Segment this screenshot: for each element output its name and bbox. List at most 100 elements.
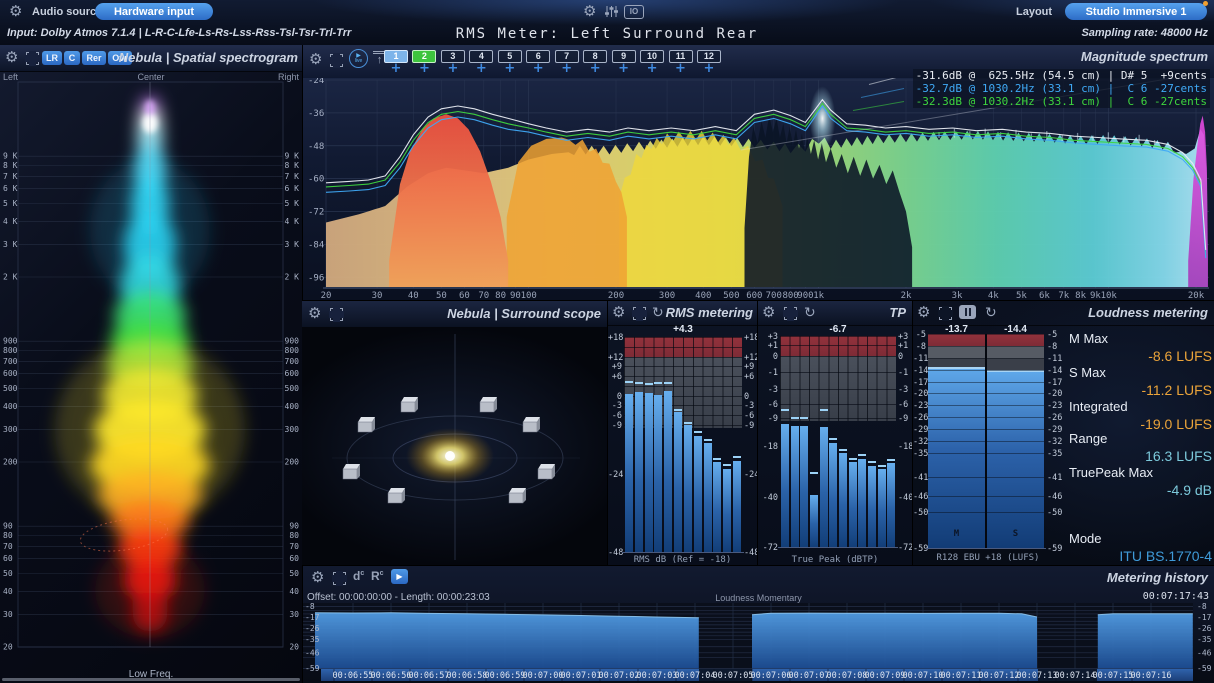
- spectrum-channel-add-button-11[interactable]: +: [669, 61, 693, 76]
- history-time-label: 00:07:15: [1093, 671, 1134, 681]
- panel-loudness-metering: ⚙ ↻ Loudness metering -13.7 -14.4 MS-5-5…: [912, 300, 1214, 565]
- svg-text:2 K: 2 K: [3, 273, 18, 282]
- tp-peak-1: [781, 409, 789, 411]
- history-time-label: 00:07:02: [599, 671, 640, 681]
- tp-reset-icon[interactable]: ↻: [804, 306, 816, 320]
- svg-text:5 K: 5 K: [285, 199, 300, 208]
- rms-axis-label: RMS dB (Ref = -18): [608, 555, 757, 565]
- spectrum-gear-icon[interactable]: ⚙: [309, 52, 322, 67]
- tp-bar-11: [878, 469, 886, 547]
- tp-peak-5: [820, 409, 828, 411]
- history-time-format-icon[interactable]: dc: [353, 569, 364, 583]
- loud-bar-m: [928, 368, 985, 548]
- spectrum-expand-icon[interactable]: [330, 54, 343, 67]
- svg-text:900: 900: [797, 291, 813, 300]
- tp-bar-6: [829, 443, 837, 547]
- tp-peak-11: [878, 465, 886, 467]
- loud-scale-left: -17: [913, 378, 926, 388]
- spectrum-channel-add-button-9[interactable]: +: [612, 61, 636, 76]
- spectrum-channel-add-button-2[interactable]: +: [412, 61, 436, 76]
- scope-gear-icon[interactable]: ⚙: [308, 306, 321, 321]
- tp-expand-icon[interactable]: [784, 307, 797, 320]
- io-routing-icon[interactable]: IO: [624, 5, 644, 19]
- loudness-axis-label: R128 EBU +18 (LUFS): [913, 553, 1063, 563]
- rms-peak-1: [625, 381, 633, 383]
- svg-text:4 K: 4 K: [3, 217, 18, 226]
- tp-peak-6: [829, 438, 837, 440]
- svg-text:500: 500: [723, 291, 739, 300]
- svg-text:5 K: 5 K: [3, 199, 18, 208]
- spectrum-channel-add-button-5[interactable]: +: [498, 61, 522, 76]
- spectrum-channel-add-button-12[interactable]: +: [697, 61, 721, 76]
- svg-text:700: 700: [766, 291, 782, 300]
- spectrum-live-button[interactable]: ▶live: [349, 49, 368, 68]
- history-time-label: 00:06:57: [409, 671, 450, 681]
- layout-select-button[interactable]: Studio Immersive 1: [1065, 3, 1207, 20]
- scope-speaker-3: [523, 417, 540, 432]
- rms-gear-icon[interactable]: ⚙: [612, 305, 625, 320]
- spectrum-channel-add-button-7[interactable]: +: [555, 61, 579, 76]
- hardware-input-button[interactable]: Hardware input: [95, 3, 213, 20]
- history-range-icon[interactable]: Rc: [371, 569, 384, 583]
- rms-bar-2: [635, 392, 643, 552]
- spectrum-channel-add-button-4[interactable]: +: [469, 61, 493, 76]
- audio-source-gear-icon[interactable]: ⚙: [9, 4, 22, 19]
- spatial-scrollbar[interactable]: [2, 678, 300, 681]
- rms-peak-5: [664, 382, 672, 384]
- svg-text:90: 90: [289, 522, 299, 531]
- rms-expand-icon[interactable]: [633, 307, 646, 320]
- svg-text:60: 60: [459, 291, 470, 300]
- spectrum-readout-2: -32.3dB @ 1030.2Hz (33.1 cm) | C 6 -27ce…: [913, 95, 1210, 108]
- spectrum-channel-add-button-3[interactable]: +: [441, 61, 465, 76]
- svg-text:80: 80: [3, 531, 13, 540]
- loudness-gear-icon[interactable]: ⚙: [917, 305, 930, 320]
- svg-text:500: 500: [285, 384, 300, 393]
- loudness-stat-value-integrated: -19.0 LUFS: [1140, 416, 1212, 432]
- loudness-reset-icon[interactable]: ↻: [985, 306, 997, 320]
- history-gear-icon[interactable]: ⚙: [311, 570, 324, 585]
- svg-text:4k: 4k: [988, 291, 999, 300]
- svg-text:7k: 7k: [1058, 291, 1069, 300]
- spectrum-channel-add-button-10[interactable]: +: [640, 61, 664, 76]
- loud-scale-right: -5: [1047, 330, 1057, 340]
- mixer-sliders-icon[interactable]: [604, 5, 619, 23]
- spectrum-channel-add-button-8[interactable]: +: [583, 61, 607, 76]
- tp-bar-8: [849, 462, 857, 547]
- rms-scale-right: +9: [744, 362, 754, 372]
- svg-text:-59: -59: [1197, 664, 1212, 673]
- history-play-button[interactable]: ▶: [391, 569, 408, 584]
- history-time-label: 00:07:06: [751, 671, 792, 681]
- spectrum-channel-add-button-6[interactable]: +: [526, 61, 550, 76]
- svg-text:200: 200: [608, 291, 624, 300]
- main-settings-gear-icon[interactable]: ⚙: [583, 4, 596, 19]
- spectrum-channel-add-button-1[interactable]: +: [384, 61, 408, 76]
- svg-text:7 K: 7 K: [3, 172, 18, 181]
- panel-magnitude-spectrum: -24-36-48-60-72-84-962030405060708090100…: [302, 45, 1214, 300]
- rms-bar-6: [674, 412, 682, 552]
- tp-gear-icon[interactable]: ⚙: [762, 305, 775, 320]
- tp-scale-left: 0: [758, 352, 778, 362]
- svg-text:8 K: 8 K: [285, 161, 300, 170]
- history-time-label: 00:07:11: [941, 671, 982, 681]
- history-area-segment-2: [1098, 614, 1193, 669]
- rms-reset-icon[interactable]: ↻: [652, 306, 664, 320]
- svg-text:-46: -46: [1197, 648, 1212, 657]
- loudness-stat-value-mode: ITU BS.1770-4: [1119, 548, 1212, 564]
- layout-modified-dot: [1203, 1, 1208, 6]
- tp-bar-4: [810, 495, 818, 547]
- loudness-pause-button[interactable]: [959, 305, 976, 319]
- tp-peak-10: [868, 461, 876, 463]
- loudness-expand-icon[interactable]: [939, 307, 952, 320]
- history-time-label: 00:07:04: [675, 671, 716, 681]
- history-time-label: 00:07:12: [979, 671, 1020, 681]
- history-expand-icon[interactable]: [333, 572, 346, 585]
- history-timestamp: 00:07:17:43: [1143, 591, 1209, 602]
- tp-scale-right: -9: [898, 414, 908, 424]
- svg-text:40: 40: [3, 587, 13, 596]
- tp-hairline: [780, 389, 896, 390]
- tp-bar-7: [839, 453, 847, 547]
- svg-text:-59: -59: [305, 664, 320, 673]
- scope-expand-icon[interactable]: [330, 308, 343, 321]
- svg-text:2 K: 2 K: [285, 273, 300, 282]
- svg-text:6k: 6k: [1039, 291, 1050, 300]
